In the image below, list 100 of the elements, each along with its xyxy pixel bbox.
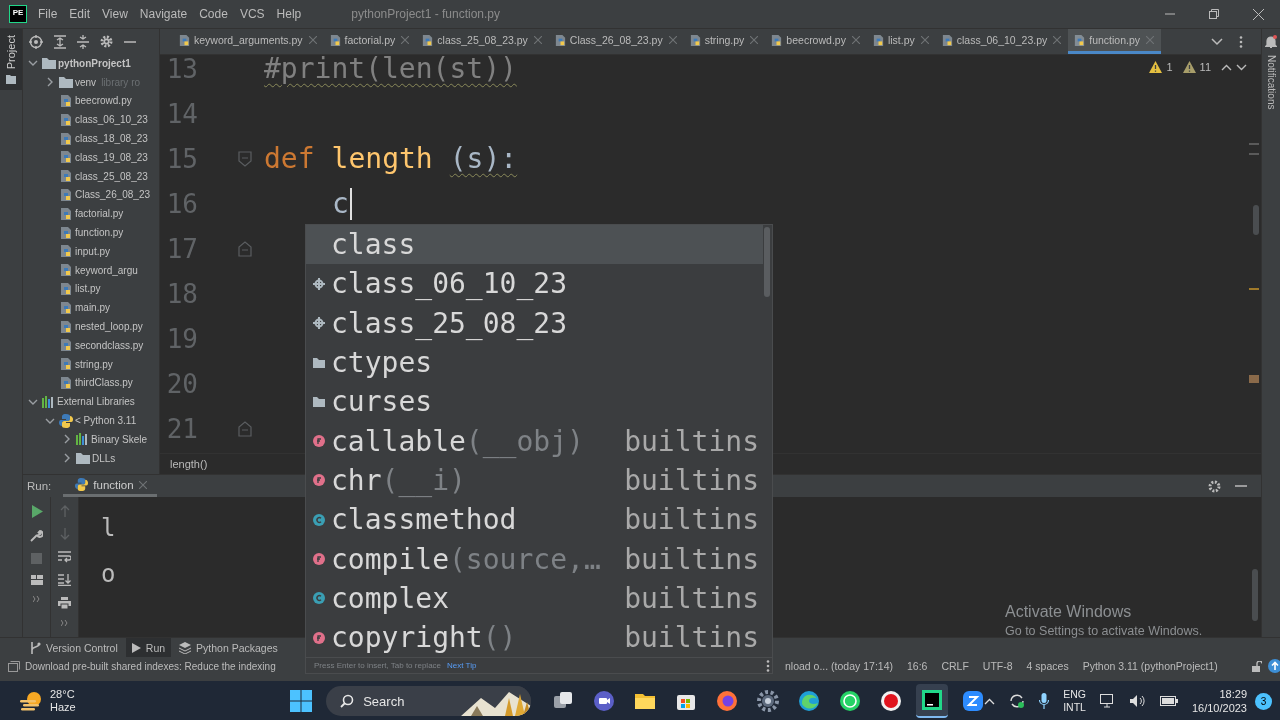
clock-date[interactable]: 16/10/2023	[1191, 701, 1247, 715]
scroll-to-end-icon[interactable]	[58, 574, 71, 586]
more-icon[interactable]	[1239, 35, 1243, 48]
menu-item[interactable]: Help	[276, 7, 302, 21]
start-icon[interactable]	[290, 690, 313, 712]
tree-item[interactable]: factorial.py	[75, 208, 124, 220]
completion-item[interactable]: copyright() builtins	[306, 617, 763, 658]
panel-toggle-icon[interactable]	[8, 660, 20, 672]
tree-item[interactable]: thirdClass.py	[75, 377, 133, 389]
more-icon[interactable]	[766, 659, 770, 672]
chevron-up-icon[interactable]	[1221, 63, 1232, 71]
completion-item[interactable]: class_25_08_23	[306, 303, 763, 343]
settings-icon[interactable]	[1208, 479, 1221, 493]
completion-item[interactable]: compile(source,… builtins	[306, 539, 763, 579]
weak-warning-icon[interactable]	[1182, 61, 1196, 73]
completion-item[interactable]: curses	[306, 382, 763, 422]
network-icon[interactable]	[1099, 694, 1116, 708]
close-icon[interactable]	[1253, 8, 1264, 20]
keyboard-language[interactable]: ENG	[1063, 688, 1086, 701]
menu-item[interactable]: VCS	[239, 7, 265, 21]
settings-icon[interactable]	[100, 35, 113, 48]
editor-tab[interactable]: beecrowd.py	[765, 29, 867, 54]
notification-badge[interactable]: 3	[1255, 692, 1272, 710]
record-icon[interactable]	[880, 690, 903, 712]
chat-app-icon[interactable]	[839, 690, 862, 712]
editor-tab[interactable]: Class_26_08_23.py	[548, 29, 684, 54]
tree-item[interactable]: Binary Skele	[91, 433, 148, 445]
tree-item[interactable]: External Libraries	[57, 396, 135, 408]
clock-time[interactable]: 18:29	[1219, 687, 1247, 701]
print-icon[interactable]	[58, 597, 71, 609]
wrench-icon[interactable]	[30, 529, 43, 542]
breadcrumb[interactable]: length()	[170, 458, 208, 470]
speaker-icon[interactable]	[1129, 694, 1146, 708]
tree-item[interactable]: DLLs	[92, 452, 116, 464]
menu-item[interactable]: View	[102, 7, 128, 21]
completion-item[interactable]: class	[306, 225, 763, 265]
scrollbar-thumb[interactable]	[764, 227, 770, 297]
completion-item[interactable]: complex builtins	[306, 578, 763, 618]
lock-icon[interactable]	[1251, 660, 1262, 672]
tree-item[interactable]: class_25_08_23	[75, 170, 148, 182]
tree-item[interactable]: Class_26_08_23	[75, 189, 151, 201]
settings-icon[interactable]	[757, 690, 780, 712]
editor-tab[interactable]: keyword_arguments.py	[173, 29, 324, 54]
restore-icon[interactable]	[1209, 9, 1219, 19]
weather-icon[interactable]	[20, 690, 44, 712]
line-separator[interactable]: CRLF	[941, 660, 969, 672]
interpreter[interactable]: Python 3.11 (pythonProject1)	[1082, 660, 1218, 672]
run-icon[interactable]	[30, 505, 43, 518]
completion-item[interactable]: class_06_10_23	[306, 264, 763, 304]
browser-icon[interactable]	[798, 690, 821, 712]
menu-item[interactable]: Navigate	[139, 7, 188, 21]
locate-icon[interactable]	[29, 34, 43, 49]
tree-item[interactable]: pythonProject1	[58, 57, 131, 69]
more-icon[interactable]	[60, 620, 69, 626]
chevron-down-icon[interactable]	[1236, 63, 1247, 71]
video-chat-icon[interactable]	[593, 690, 616, 712]
completion-item[interactable]: classmethod builtins	[306, 500, 763, 540]
editor-tab[interactable]: function.py	[1068, 29, 1162, 54]
editor-tab[interactable]: class_25_08_23.py	[416, 29, 549, 54]
tree-item[interactable]: < Python 3.11	[75, 415, 137, 427]
menu-item[interactable]: Code	[199, 7, 228, 21]
tree-item[interactable]: string.py	[75, 358, 113, 370]
tree-item[interactable]: venv	[75, 76, 97, 88]
soft-wrap-icon[interactable]	[58, 551, 71, 563]
tree-item[interactable]: nested_loop.py	[75, 321, 143, 333]
keyboard-language[interactable]: INTL	[1063, 701, 1086, 714]
tool-window-button[interactable]: Run	[125, 638, 172, 657]
tree-item[interactable]: class_18_08_23	[75, 133, 148, 145]
tree-item[interactable]: list.py	[75, 283, 101, 295]
editor-tab[interactable]: factorial.py	[323, 29, 417, 54]
tree-item[interactable]: beecrowd.py	[75, 95, 132, 107]
completion-item[interactable]: chr(__i) builtins	[306, 460, 763, 501]
menu-item[interactable]: File	[38, 7, 58, 21]
more-icon[interactable]	[32, 596, 41, 602]
tree-item[interactable]: class_19_08_23	[75, 151, 148, 163]
next-tip-link[interactable]: Next Tip	[447, 661, 477, 671]
browser-icon[interactable]	[716, 690, 739, 712]
indent-setting[interactable]: 4 spaces	[1026, 660, 1069, 672]
ide-icon[interactable]	[921, 689, 944, 711]
sync-icon[interactable]	[1009, 693, 1026, 709]
editor-tab[interactable]: class_06_10_23.py	[935, 29, 1069, 54]
completion-item[interactable]: ctypes	[306, 342, 763, 383]
editor-tab[interactable]: string.py	[683, 29, 766, 54]
completion-item[interactable]: callable(__obj) builtins	[306, 421, 763, 461]
chevron-down-icon[interactable]	[1211, 37, 1223, 46]
tree-item[interactable]: function.py	[75, 227, 124, 239]
expand-all-icon[interactable]	[54, 34, 66, 49]
menu-item[interactable]: Edit	[69, 7, 91, 21]
file-encoding[interactable]: UTF-8	[982, 660, 1013, 672]
tree-item[interactable]: main.py	[75, 302, 110, 314]
bell-icon[interactable]	[1265, 35, 1277, 49]
tree-item[interactable]: secondclass.py	[75, 339, 144, 351]
battery-icon[interactable]	[1159, 695, 1178, 707]
tool-window-button[interactable]: Version Control	[24, 638, 124, 657]
update-icon[interactable]	[1267, 659, 1280, 673]
warning-icon[interactable]	[1149, 61, 1163, 73]
layout-icon[interactable]	[30, 575, 43, 585]
tree-item[interactable]: class_06_10_23	[75, 114, 148, 126]
caret-position[interactable]: 16:6	[907, 660, 928, 672]
editor-tab[interactable]: list.py	[866, 29, 936, 54]
